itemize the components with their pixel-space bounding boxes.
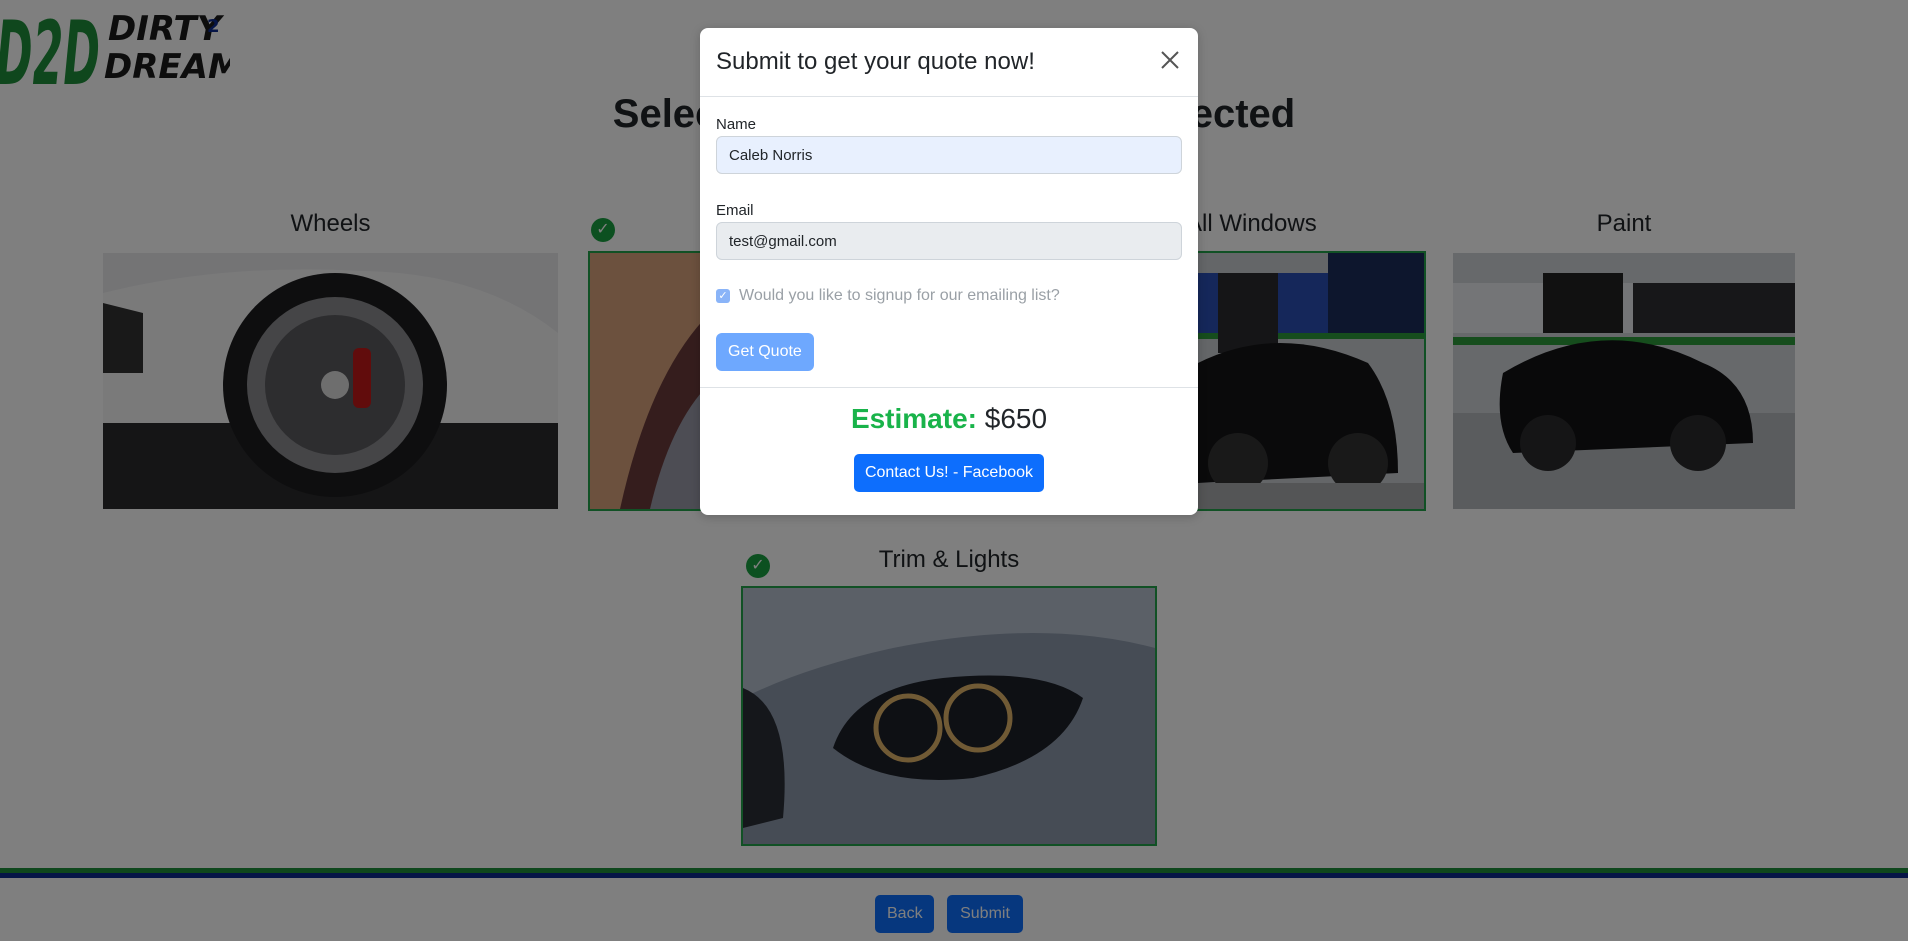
name-field[interactable]	[716, 136, 1182, 174]
modal-divider	[700, 387, 1198, 388]
close-icon	[1161, 51, 1179, 69]
close-button[interactable]	[1156, 46, 1184, 74]
estimate-label: Estimate:	[850, 403, 977, 434]
estimate-value: $650	[984, 403, 1048, 434]
estimate: Estimate: $650	[700, 403, 1198, 435]
modal-header: Submit to get your quote now!	[700, 28, 1198, 97]
emailing-list-label: Would you like to signup for our emailin…	[739, 287, 1060, 304]
contact-facebook-button[interactable]: Contact Us! - Facebook	[854, 454, 1044, 492]
email-label: Email	[716, 202, 754, 219]
emailing-list-checkbox[interactable]: ✓	[716, 289, 730, 303]
modal-title: Submit to get your quote now!	[716, 48, 1035, 75]
email-field[interactable]	[716, 222, 1182, 260]
emailing-list-row[interactable]: ✓ Would you like to signup for our email…	[716, 287, 1060, 305]
quote-modal: Submit to get your quote now! Name Email…	[700, 28, 1198, 515]
name-label: Name	[716, 116, 757, 133]
get-quote-button[interactable]: Get Quote	[716, 333, 814, 371]
